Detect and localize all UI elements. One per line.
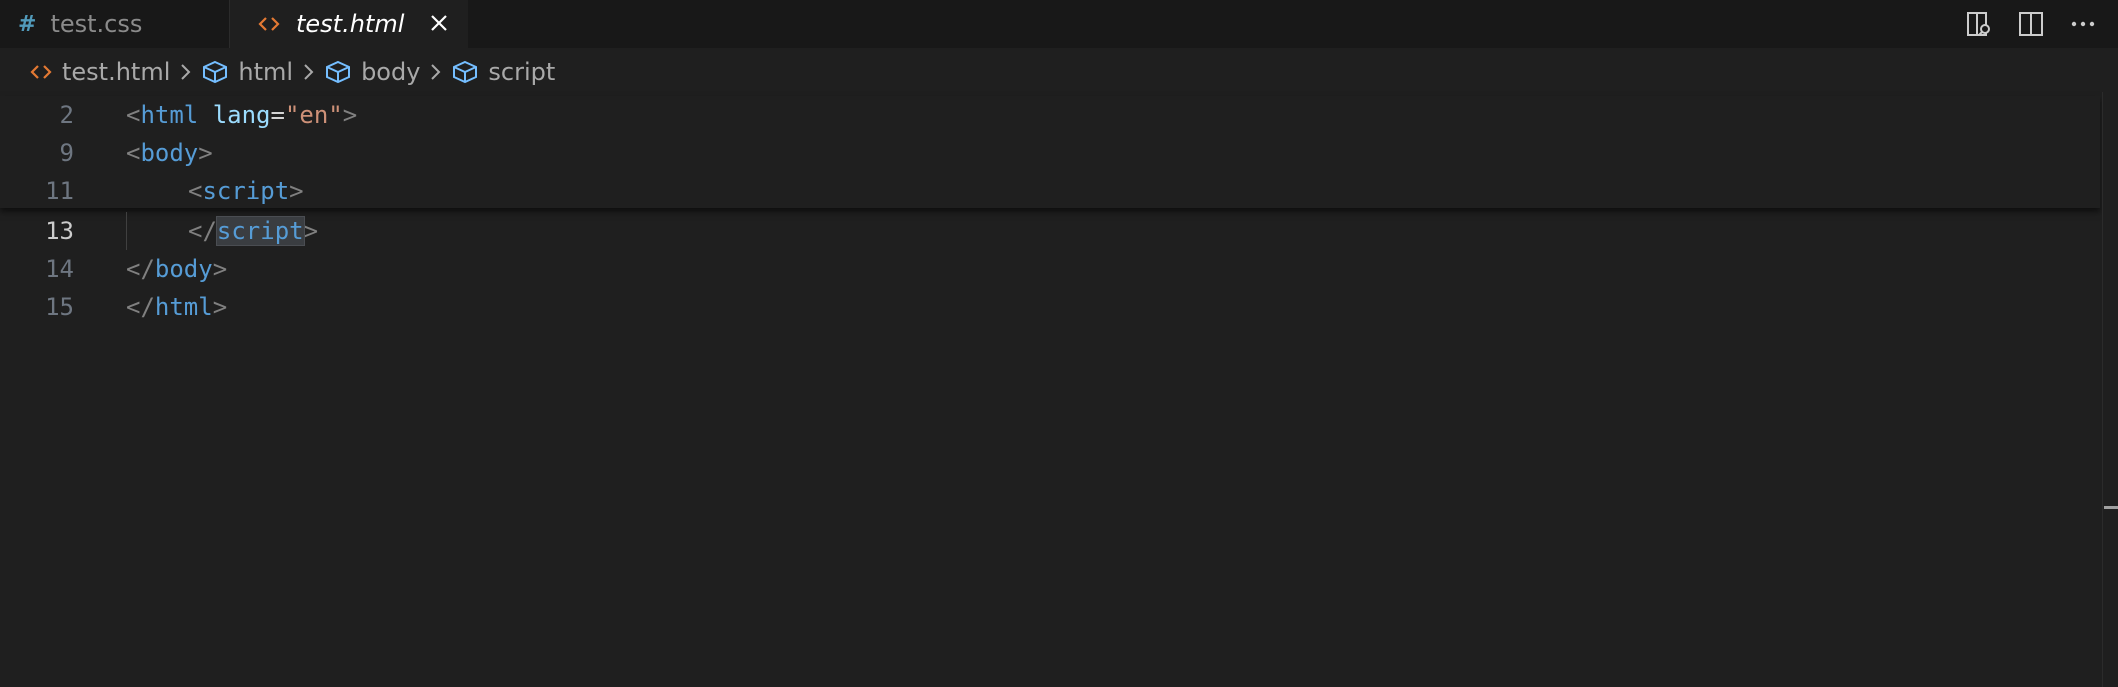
- tab-label: test.html: [296, 10, 405, 38]
- code-line[interactable]: 11 <script>: [0, 172, 2100, 210]
- line-number: 11: [45, 177, 74, 205]
- tab-test-css[interactable]: # test.css: [0, 0, 230, 48]
- token-eq: =: [270, 101, 285, 129]
- cube-icon: [325, 60, 351, 84]
- line-content: <script>: [188, 177, 304, 205]
- line-number: 9: [59, 139, 74, 167]
- code-line-current[interactable]: 13 </script>: [0, 212, 2100, 250]
- breadcrumb-item-body[interactable]: body: [325, 58, 420, 86]
- token-tag-match-highlight: script: [215, 216, 305, 246]
- line-content: </script>: [188, 216, 319, 246]
- token-punct: >: [212, 255, 228, 283]
- code-editor[interactable]: 2 <html lang="en"> 9 <body> 11 <script> …: [0, 96, 2100, 687]
- line-content: </body>: [126, 255, 227, 283]
- line-number: 14: [45, 255, 74, 283]
- vertical-scrollbar[interactable]: [2102, 92, 2118, 687]
- line-number: 15: [45, 293, 74, 321]
- token-punct: </: [126, 255, 155, 283]
- breadcrumb-label: html: [238, 58, 294, 86]
- code-line[interactable]: 2 <html lang="en">: [0, 96, 2100, 134]
- chevron-right-icon: [430, 62, 442, 82]
- token-punct: >: [198, 139, 213, 167]
- token-punct: </: [188, 217, 217, 245]
- token-tag: html: [154, 293, 213, 321]
- line-content: </html>: [126, 293, 227, 321]
- breadcrumb-item-html[interactable]: html: [202, 58, 293, 86]
- cube-icon: [202, 60, 228, 84]
- tab-bar: # test.css test.html: [0, 0, 2118, 48]
- token-tag: script: [202, 177, 290, 205]
- token-punct: >: [342, 101, 358, 129]
- token-attr: lang: [212, 101, 271, 129]
- tab-label: test.css: [50, 10, 143, 38]
- token-punct: <: [126, 101, 141, 129]
- token-punct: >: [212, 293, 228, 321]
- code-line[interactable]: 15 </html>: [0, 288, 2100, 326]
- line-content: <html lang="en">: [126, 101, 357, 129]
- line-number: 2: [59, 101, 74, 129]
- code-line[interactable]: 14 </body>: [0, 250, 2100, 288]
- split-editor-icon[interactable]: [2016, 9, 2046, 39]
- token-punct: <: [126, 139, 141, 167]
- more-actions-icon[interactable]: [2068, 9, 2098, 39]
- breadcrumb: test.html html body script: [0, 48, 2118, 96]
- token-punct: >: [303, 217, 319, 245]
- cube-icon: [452, 60, 478, 84]
- token-tag: body: [140, 139, 199, 167]
- chevron-right-icon: [180, 62, 192, 82]
- token-punct: >: [289, 177, 304, 205]
- line-content: <body>: [126, 139, 213, 167]
- breadcrumb-item-script[interactable]: script: [452, 58, 555, 86]
- line-number: 13: [45, 217, 74, 245]
- chevron-right-icon: [303, 62, 315, 82]
- editor-actions: [1964, 0, 2118, 48]
- breadcrumb-label: test.html: [62, 58, 171, 86]
- close-icon[interactable]: [426, 10, 452, 36]
- scrollbar-cursor-marker: [2104, 506, 2118, 509]
- token-punct: <: [188, 177, 203, 205]
- breadcrumb-label: script: [488, 58, 556, 86]
- breadcrumb-label: body: [361, 58, 421, 86]
- html-code-icon: [30, 63, 52, 81]
- open-preview-icon[interactable]: [1964, 9, 1994, 39]
- tab-test-html[interactable]: test.html: [230, 0, 468, 48]
- token-tag: body: [154, 255, 213, 283]
- html-code-icon: [258, 15, 280, 33]
- token-punct: </: [126, 293, 155, 321]
- token-string: "en": [284, 101, 343, 129]
- breadcrumb-item-file[interactable]: test.html: [30, 58, 170, 86]
- token-tag: html: [140, 101, 199, 129]
- code-line[interactable]: 9 <body>: [0, 134, 2100, 172]
- hash-icon: #: [18, 11, 37, 37]
